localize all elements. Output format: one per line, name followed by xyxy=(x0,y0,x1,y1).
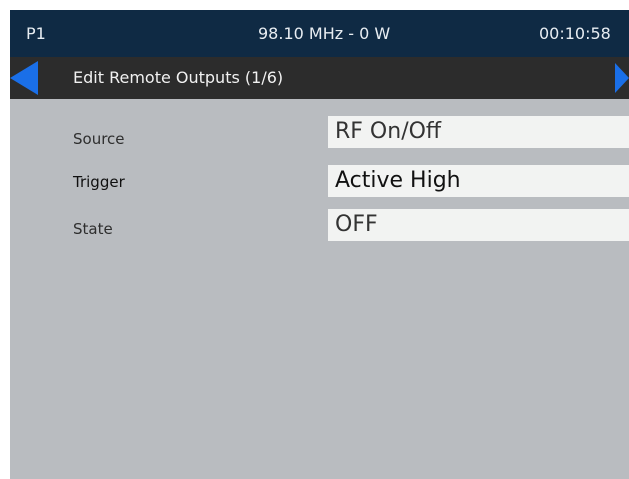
page-title: Edit Remote Outputs (1/6) xyxy=(73,68,284,87)
device-display: P1 98.10 MHz - 0 W 00:10:58 Edit Remote … xyxy=(10,10,629,479)
title-bar: Edit Remote Outputs (1/6) xyxy=(10,57,629,99)
next-page-button[interactable] xyxy=(599,57,629,99)
trigger-value-field[interactable]: Active High xyxy=(328,165,629,197)
previous-page-button[interactable] xyxy=(10,57,50,99)
frequency-power-readout: 98.10 MHz - 0 W xyxy=(258,24,391,43)
clock: 00:10:58 xyxy=(539,24,611,43)
source-label: Source xyxy=(73,130,125,148)
state-label: State xyxy=(73,220,113,238)
status-bar: P1 98.10 MHz - 0 W 00:10:58 xyxy=(10,10,629,57)
source-value-field[interactable]: RF On/Off xyxy=(328,116,629,148)
preset-indicator: P1 xyxy=(26,24,46,43)
arrow-left-icon xyxy=(10,61,38,95)
screen: P1 98.10 MHz - 0 W 00:10:58 Edit Remote … xyxy=(0,0,629,479)
trigger-label: Trigger xyxy=(73,173,125,191)
state-value-field[interactable]: OFF xyxy=(328,209,629,241)
arrow-right-icon xyxy=(615,63,629,93)
